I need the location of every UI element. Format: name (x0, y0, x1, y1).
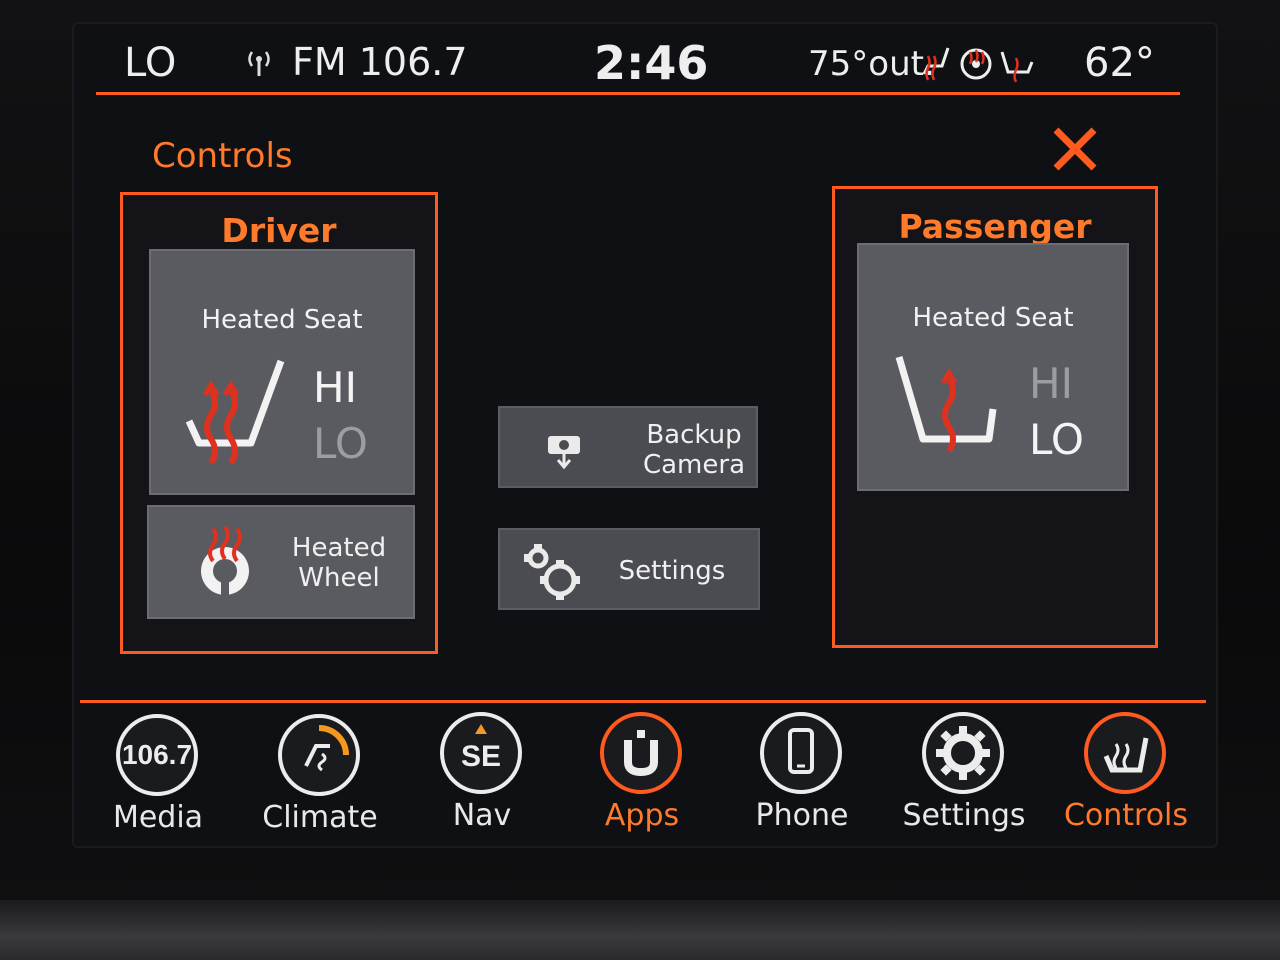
compass-icon: SE (440, 712, 522, 794)
driver-seat-hi: HI (313, 363, 357, 412)
backup-camera-label-line1: Backup (646, 420, 742, 450)
dock-phone-button[interactable]: Phone (732, 712, 872, 842)
settings-label: Settings (618, 556, 726, 586)
driver-title: Driver (221, 211, 337, 250)
dock-settings-label: Settings (902, 798, 1026, 833)
dock-controls-label: Controls (1063, 798, 1189, 833)
passenger-panel: Passenger Heated Seat HI LO (832, 186, 1158, 648)
radio-signal-icon (244, 48, 274, 78)
heated-wheel-status-icon (960, 48, 992, 80)
media-icon-text: 106.7 (122, 739, 192, 770)
dock-climate-label: Climate (262, 800, 378, 835)
heated-seat-status-icon (922, 47, 950, 81)
clock: 2:46 (594, 36, 709, 90)
passenger-title: Passenger (898, 207, 1092, 246)
close-button[interactable] (1050, 124, 1100, 174)
backup-camera-button[interactable]: Backup Camera (498, 406, 758, 488)
heated-wheel-label-line2: Wheel (298, 563, 380, 593)
climate-icon (278, 714, 360, 796)
phone-icon (760, 712, 842, 794)
heated-seat-icon (181, 351, 291, 467)
driver-seat-lo: LO (313, 419, 368, 468)
nav-icon-text: SE (461, 740, 501, 773)
dock-divider (80, 700, 1206, 703)
status-divider (96, 92, 1180, 95)
page-title: Controls (152, 136, 293, 176)
passenger-seat-hi: HI (1029, 359, 1073, 408)
apps-icon (600, 712, 682, 794)
close-icon (1053, 127, 1097, 171)
dock-apps-button[interactable]: Apps (572, 712, 712, 842)
dock-apps-label: Apps (604, 798, 680, 833)
seat-controls-icon (1084, 712, 1166, 794)
gear-icon (922, 712, 1004, 794)
status-bar: LO FM 106.7 2:46 75°out. 62° (96, 30, 1180, 94)
dock-settings-button[interactable]: Settings (894, 712, 1034, 842)
dock-climate-button[interactable]: Climate (250, 714, 390, 844)
dock-nav-button[interactable]: SE Nav (412, 712, 552, 842)
radio-station[interactable]: FM 106.7 (292, 40, 468, 84)
backup-camera-label-line2: Camera (642, 450, 746, 480)
media-icon: 106.7 (116, 714, 198, 796)
driver-heated-seat-button[interactable]: Heated Seat HI LO (149, 249, 415, 495)
gears-icon (522, 540, 588, 606)
driver-temp-readout[interactable]: LO (124, 40, 176, 86)
passenger-seat-lo: LO (1029, 415, 1084, 464)
camera-icon (544, 430, 584, 470)
seat-status-icon (1000, 51, 1034, 83)
driver-panel: Driver Heated Seat HI LO Heated Wheel (120, 192, 438, 654)
dashboard-trim (0, 900, 1280, 960)
driver-heated-seat-label: Heated Seat (201, 305, 363, 335)
passenger-heated-seat-button[interactable]: Heated Seat HI LO (857, 243, 1129, 491)
dock-phone-label: Phone (755, 798, 849, 833)
status-icons (916, 44, 1042, 84)
passenger-heated-seat-label: Heated Seat (912, 303, 1074, 333)
dock-media-button[interactable]: 106.7 Media (88, 714, 228, 844)
dock-controls-button[interactable]: Controls (1056, 712, 1196, 842)
heated-wheel-label-line1: Heated (291, 533, 387, 563)
passenger-temp-readout[interactable]: 62° (1084, 40, 1155, 86)
dock-media-label: Media (112, 800, 204, 835)
heated-seat-icon (893, 349, 1003, 463)
dock-nav-label: Nav (452, 798, 512, 833)
driver-heated-wheel-button[interactable]: Heated Wheel (147, 505, 415, 619)
heated-wheel-icon (193, 525, 257, 599)
settings-button[interactable]: Settings (498, 528, 760, 610)
